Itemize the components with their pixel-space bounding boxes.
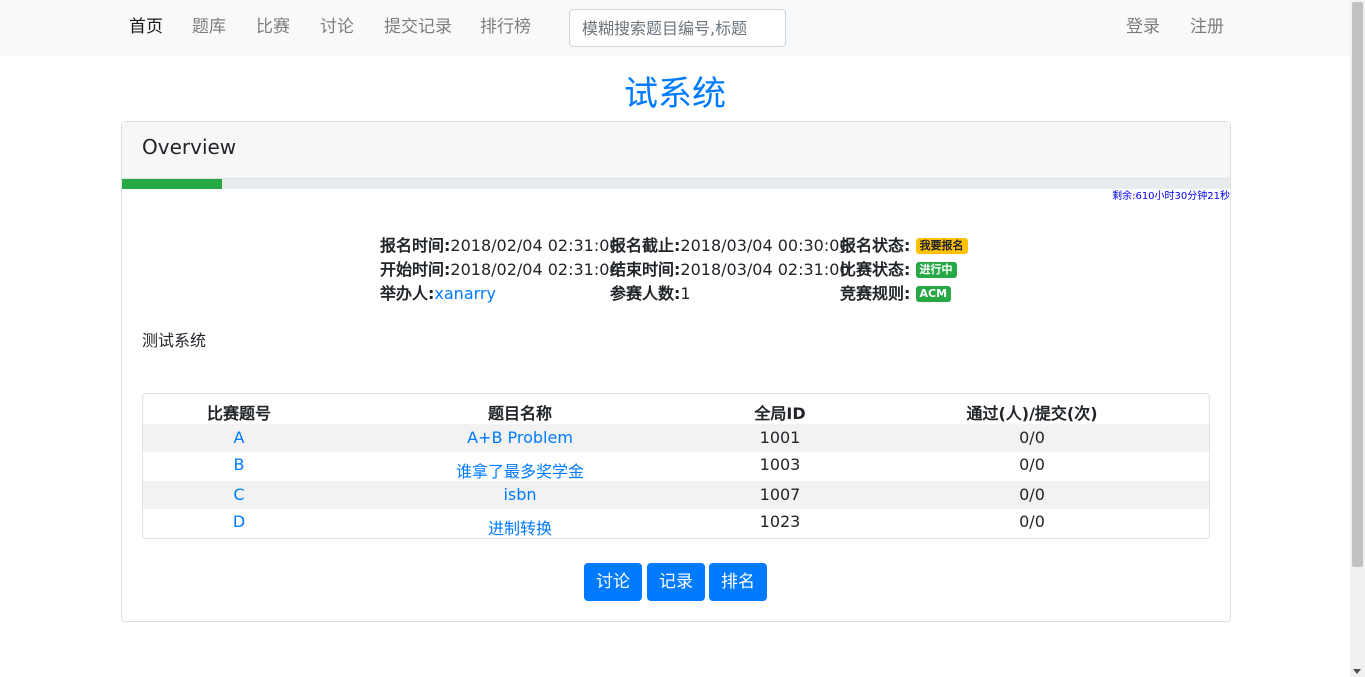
rule-badge: ACM xyxy=(915,286,952,302)
progress-fill xyxy=(122,179,222,189)
reg-time-label: 报名时间: xyxy=(380,236,451,255)
table-row: A A+B Problem 1001 0/0 xyxy=(143,424,1209,452)
end-time-value: 2018/03/04 02:31:00 xyxy=(680,260,850,279)
problem-id: 1023 xyxy=(759,512,801,531)
nav-contests[interactable]: 比赛 xyxy=(256,16,290,38)
problem-id: 1003 xyxy=(759,455,801,474)
table-header-row: 比赛题号 题目名称 全局ID 通过(人)/提交(次) xyxy=(143,394,1209,424)
problem-stat: 0/0 xyxy=(1019,512,1045,531)
problem-name-link[interactable]: A+B Problem xyxy=(467,428,573,447)
table-row: B 谁拿了最多奖学金 1003 0/0 xyxy=(143,452,1209,481)
card-header: Overview xyxy=(122,122,1230,179)
login-link[interactable]: 登录 xyxy=(1126,16,1160,38)
host-label: 举办人: xyxy=(380,284,435,303)
status-badge: 进行中 xyxy=(915,262,957,278)
problem-no-link[interactable]: B xyxy=(234,455,245,474)
discuss-button[interactable]: 讨论 xyxy=(584,563,642,601)
contest-card: Overview 剩余:610小时30分钟21秒 报名时间:2018/02/04… xyxy=(121,121,1231,622)
nav-ranklist[interactable]: 排行榜 xyxy=(480,16,531,38)
problem-stat: 0/0 xyxy=(1019,485,1045,504)
table-row: D 进制转换 1023 0/0 xyxy=(143,509,1209,538)
problem-name-link[interactable]: 谁拿了最多奖学金 xyxy=(456,458,584,482)
rule-label: 竞赛规则: xyxy=(840,284,911,303)
nav-submissions[interactable]: 提交记录 xyxy=(384,16,452,38)
register-link[interactable]: 注册 xyxy=(1190,16,1224,38)
problem-no-link[interactable]: A xyxy=(234,428,245,447)
end-time-label: 结束时间: xyxy=(610,260,681,279)
col-header-id: 全局ID xyxy=(754,404,806,423)
host-link[interactable]: xanarry xyxy=(434,284,496,303)
info-col-3: 报名状态: 我要报名 比赛状态: 进行中 竞赛规则: ACM xyxy=(840,234,968,306)
problem-stat: 0/0 xyxy=(1019,428,1045,447)
rank-button[interactable]: 排名 xyxy=(709,563,767,601)
remaining-time: 剩余:610小时30分钟21秒 xyxy=(1112,191,1230,202)
scrollbar-thumb[interactable] xyxy=(1352,2,1363,567)
page-scrollbar[interactable] xyxy=(1350,0,1365,677)
contest-description: 测试系统 xyxy=(142,331,207,350)
records-button[interactable]: 记录 xyxy=(647,563,705,601)
contest-title: 试系统 xyxy=(624,74,726,114)
info-col-2: 报名截止:2018/03/04 00:30:00 结束时间:2018/03/04… xyxy=(610,234,850,306)
table-row: C isbn 1007 0/0 xyxy=(143,481,1209,509)
col-header-stat: 通过(人)/提交(次) xyxy=(966,404,1098,423)
scroll-down-arrow-icon[interactable] xyxy=(1353,669,1361,674)
contest-status-label: 比赛状态: xyxy=(840,260,911,279)
problem-id: 1001 xyxy=(759,428,801,447)
reg-status-label: 报名状态: xyxy=(840,236,911,255)
start-time-value: 2018/02/04 02:31:00 xyxy=(450,260,620,279)
col-header-no: 比赛题号 xyxy=(206,404,272,423)
problem-name-link[interactable]: isbn xyxy=(503,485,536,504)
start-time-label: 开始时间: xyxy=(380,260,451,279)
participants-value: 1 xyxy=(680,284,691,303)
participants-label: 参赛人数: xyxy=(610,284,681,303)
reg-end-value: 2018/03/04 00:30:00 xyxy=(680,236,850,255)
nav-home[interactable]: 首页 xyxy=(129,16,163,38)
nav-discuss[interactable]: 讨论 xyxy=(320,16,354,38)
reg-time-value: 2018/02/04 02:31:00 xyxy=(450,236,620,255)
problem-no-link[interactable]: D xyxy=(233,512,245,531)
nav-problems[interactable]: 题库 xyxy=(192,16,226,38)
register-badge[interactable]: 我要报名 xyxy=(915,238,968,254)
info-col-1: 报名时间:2018/02/04 02:31:00 开始时间:2018/02/04… xyxy=(380,234,620,306)
problem-no-link[interactable]: C xyxy=(233,485,244,504)
reg-end-label: 报名截止: xyxy=(610,236,681,255)
problem-stat: 0/0 xyxy=(1019,455,1045,474)
search-input[interactable] xyxy=(569,9,786,47)
problem-table: 比赛题号 题目名称 全局ID 通过(人)/提交(次) A A+B Problem… xyxy=(142,393,1210,539)
col-header-name: 题目名称 xyxy=(487,404,553,423)
problem-id: 1007 xyxy=(759,485,801,504)
navbar: 首页 题库 比赛 讨论 提交记录 排行榜 登录 注册 xyxy=(0,0,1350,56)
contest-progress-bar xyxy=(122,179,1230,189)
problem-name-link[interactable]: 进制转换 xyxy=(488,515,552,538)
